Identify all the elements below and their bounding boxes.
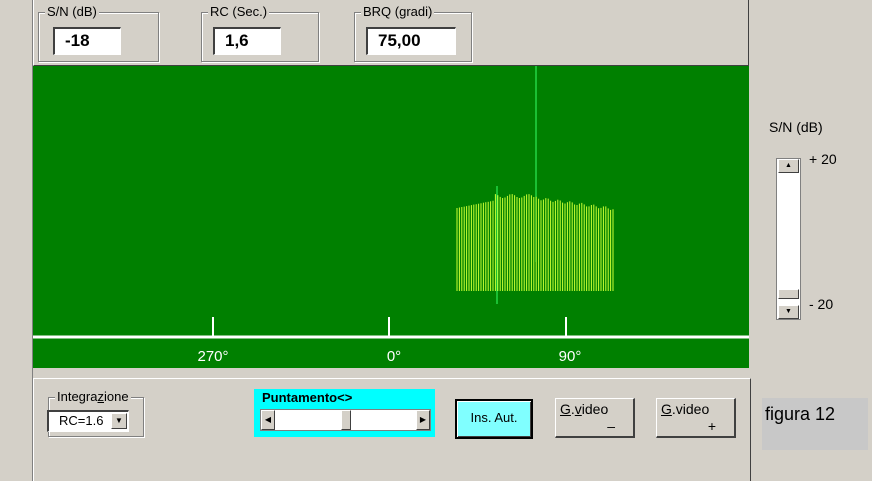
puntamento-thumb[interactable] [340, 410, 351, 430]
left-border [0, 0, 33, 481]
scale-min-label: - 20 [809, 296, 834, 312]
integrazione-value: RC=1.6 [59, 413, 104, 428]
readout-panel: S/N (dB) -18 RC (Sec.) 1,6 BRQ (gradi) 7… [33, 0, 749, 66]
scale-max-label: + 20 [809, 151, 837, 167]
tick-label-90: 90° [559, 348, 582, 365]
rc-label: RC (Sec.) [208, 4, 270, 19]
scope-display: 270° 0° 90° [33, 66, 749, 368]
figure-caption: figura 12 [762, 398, 868, 450]
gvideo-plus-button[interactable]: G.video + [656, 398, 736, 438]
brq-value: 75,00 [366, 27, 456, 55]
scroll-left-icon[interactable]: ◀ [261, 410, 275, 430]
scroll-right-icon[interactable]: ▶ [416, 410, 430, 430]
integrazione-select[interactable]: RC=1.6 ▼ [47, 410, 129, 432]
gvideo-minus-button[interactable]: G.video – [555, 398, 635, 438]
sn-value: -18 [53, 27, 121, 55]
ins-aut-button[interactable]: Ins. Aut. [455, 399, 533, 439]
gvideo-plus-sign: + [707, 418, 716, 434]
gvideo-minus-sign: – [607, 418, 615, 434]
signal-bars [456, 194, 614, 291]
side-sn-label: S/N (dB) [769, 119, 823, 135]
tick-label-270: 270° [197, 348, 228, 365]
brq-label: BRQ (gradi) [361, 4, 435, 19]
scroll-up-icon[interactable]: ▲ [778, 159, 799, 173]
integrazione-label: Integrazione [55, 389, 131, 404]
sn-scrollbar[interactable]: ▲ ▼ [776, 158, 801, 320]
panel-gap [33, 368, 749, 378]
control-panel: Integrazione RC=1.6 ▼ Puntamento<> ◀ ▶ I… [33, 378, 751, 481]
rc-value: 1,6 [213, 27, 281, 55]
dropdown-arrow-icon[interactable]: ▼ [111, 413, 127, 429]
scope-canvas: 270° 0° 90° [33, 66, 749, 365]
puntamento-label: Puntamento<> [262, 390, 353, 405]
tick-label-0: 0° [387, 348, 401, 365]
puntamento-scrollbar[interactable]: ◀ ▶ [260, 409, 431, 431]
sn-thumb[interactable] [778, 288, 799, 299]
puntamento-group: Puntamento<> ◀ ▶ [254, 389, 435, 437]
sn-label: S/N (dB) [45, 4, 99, 19]
scroll-down-icon[interactable]: ▼ [778, 305, 799, 319]
